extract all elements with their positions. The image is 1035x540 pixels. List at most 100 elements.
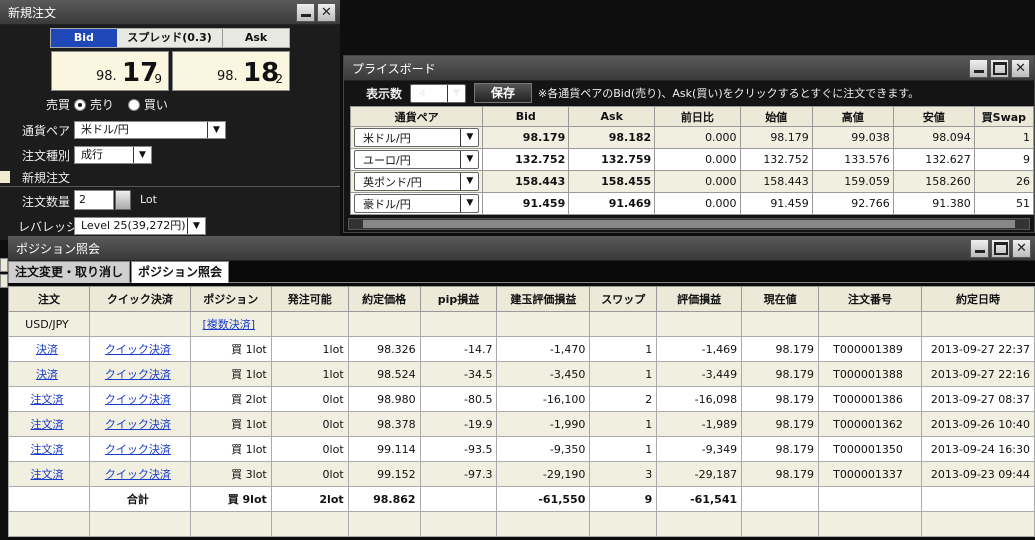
price-cell: 99.114 (347, 436, 421, 462)
settle-link[interactable]: 注文済 (30, 418, 63, 431)
quick-settle-link[interactable]: クイック決済 (105, 393, 171, 406)
settle-link[interactable]: 注文済 (30, 468, 63, 481)
col-low: 安値 (892, 106, 975, 127)
ask-cell[interactable]: 158.455 (568, 170, 656, 193)
quick-settle-link[interactable]: クイック決済 (105, 468, 171, 481)
total-label: 合計 (88, 486, 191, 512)
bid-cell[interactable]: 91.459 (482, 192, 570, 215)
scrollbar-thumb[interactable] (363, 220, 1015, 228)
order-type-select[interactable]: 成行 ▼ (74, 146, 152, 164)
tab-bid[interactable]: Bid (51, 29, 117, 47)
buy-radio[interactable]: 買い (128, 96, 168, 113)
bid-price-button[interactable]: 98. 17 9 (51, 51, 169, 91)
chevron-down-icon[interactable]: ▼ (460, 173, 478, 190)
position-tabs: 注文変更・取り消し ポジション照会 (8, 261, 1035, 283)
new-order-title: 新規注文 (8, 5, 57, 20)
pair-select[interactable]: 米ドル/円 ▼ (354, 128, 480, 147)
tab-order-change[interactable]: 注文変更・取り消し (8, 261, 131, 283)
group-row: USD/JPY [複数決済] (8, 311, 1035, 337)
pair-name: 豪ドル/円 (363, 197, 411, 211)
quantity-stepper[interactable] (115, 190, 131, 210)
count-select[interactable]: 4 ▼ (410, 83, 467, 103)
position-titlebar: ポジション照会 ✕ (8, 236, 1035, 261)
order-no-cell: T000001350 (818, 436, 922, 462)
maximize-icon[interactable] (991, 239, 1010, 258)
close-icon[interactable]: ✕ (1011, 59, 1030, 78)
bid-cell[interactable]: 158.443 (482, 170, 570, 193)
count-value: 4 (419, 86, 427, 100)
bid-cell[interactable]: 132.752 (482, 148, 570, 171)
chevron-down-icon[interactable]: ▼ (207, 122, 225, 138)
quick-settle-link[interactable]: クイック決済 (105, 418, 171, 431)
chevron-down-icon[interactable]: ▼ (133, 147, 151, 163)
maximize-icon[interactable] (990, 59, 1009, 78)
settle-link[interactable]: 決済 (36, 343, 58, 356)
settle-link[interactable]: 注文済 (30, 443, 63, 456)
bid-price-pips: 17 (122, 58, 159, 88)
ask-price-button[interactable]: 98. 18 2 (172, 51, 290, 91)
col-ask: Ask (568, 106, 656, 127)
chevron-down-icon[interactable]: ▼ (447, 84, 465, 102)
save-button[interactable]: 保存 (474, 83, 533, 103)
pair-select[interactable]: ユーロ/円 ▼ (354, 150, 480, 169)
quick-settle-link[interactable]: クイック決済 (105, 368, 171, 381)
tab-position[interactable]: ポジション照会 (131, 261, 230, 283)
chevron-down-icon[interactable]: ▼ (460, 151, 478, 168)
open-cell: 98.179 (739, 126, 813, 149)
pip-cell: -80.5 (419, 386, 498, 412)
low-cell: 132.627 (892, 148, 975, 171)
pair-select[interactable]: 英ポンド/円 ▼ (354, 172, 480, 191)
bid-price-prefix: 98. (96, 69, 117, 84)
swap-cell: 1 (589, 411, 658, 437)
open-cell: 132.752 (739, 148, 813, 171)
buy-radio-icon[interactable] (128, 99, 140, 111)
quick-settle-link[interactable]: クイック決済 (105, 343, 171, 356)
position-cell: 買 1lot (189, 411, 272, 437)
close-icon[interactable]: ✕ (317, 3, 336, 22)
table-row: 決済 クイック決済 買 1lot 1lot 98.326 -14.7 -1,470 1 -1,4… (8, 336, 1035, 362)
pair-name: 英ポンド/円 (363, 175, 422, 189)
swap-cell: 1 (589, 336, 658, 362)
ask-price-fraction: 2 (275, 72, 283, 86)
pair-name: ユーロ/円 (363, 153, 411, 167)
swap-cell: 1 (589, 436, 658, 462)
sell-radio[interactable]: 売り (74, 96, 114, 113)
bulk-settle-link[interactable]: [複数決済] (203, 318, 256, 331)
side-tab[interactable] (0, 258, 8, 272)
pip-cell: -97.3 (419, 461, 498, 487)
chevron-down-icon[interactable]: ▼ (460, 129, 478, 146)
ask-cell[interactable]: 91.469 (568, 192, 656, 215)
quantity-input[interactable]: 2 (74, 190, 114, 210)
high-cell: 92.766 (811, 192, 894, 215)
chevron-down-icon[interactable]: ▼ (187, 218, 205, 234)
horizontal-scrollbar[interactable] (348, 218, 1030, 230)
group-pair: USD/JPY (8, 311, 90, 337)
minimize-icon[interactable] (970, 239, 989, 258)
price-cell: 98.378 (347, 411, 421, 437)
close-icon[interactable]: ✕ (1012, 239, 1031, 258)
valuation-cell: -16,100 (496, 386, 591, 412)
bid-cell[interactable]: 98.179 (482, 126, 570, 149)
price-board-toolbar: 表示数 4 ▼ 保存 ※各通貨ペアのBid(売り)、Ask(買い)をクリックすると… (344, 82, 1034, 104)
tab-ask[interactable]: Ask (223, 29, 289, 47)
order-no-cell: T000001389 (818, 336, 922, 362)
side-tab[interactable] (0, 274, 8, 288)
leverage-select[interactable]: Level 25(39,272円) ▼ (74, 217, 206, 235)
pair-select[interactable]: 豪ドル/円 ▼ (354, 194, 480, 213)
quick-settle-link[interactable]: クイック決済 (105, 443, 171, 456)
minimize-icon[interactable] (296, 3, 315, 22)
price-tabs: Bid スプレッド(0.3) Ask (50, 28, 290, 48)
sell-radio-icon[interactable] (74, 99, 86, 111)
ask-cell[interactable]: 132.759 (568, 148, 656, 171)
col-high: 高値 (811, 106, 894, 127)
settle-link[interactable]: 決済 (36, 368, 58, 381)
minimize-icon[interactable] (969, 59, 988, 78)
pair-select[interactable]: 米ドル/円 ▼ (74, 121, 226, 139)
total-row: 合計買 9lot 2lot 98.862 -61,550 9 -61,541 (8, 486, 1035, 512)
col-header: ポジション (189, 286, 272, 312)
low-cell: 158.260 (892, 170, 975, 193)
ask-cell[interactable]: 98.182 (568, 126, 656, 149)
price-board-titlebar: プライスボード ✕ (344, 56, 1034, 81)
chevron-down-icon[interactable]: ▼ (460, 195, 478, 212)
settle-link[interactable]: 注文済 (30, 393, 63, 406)
